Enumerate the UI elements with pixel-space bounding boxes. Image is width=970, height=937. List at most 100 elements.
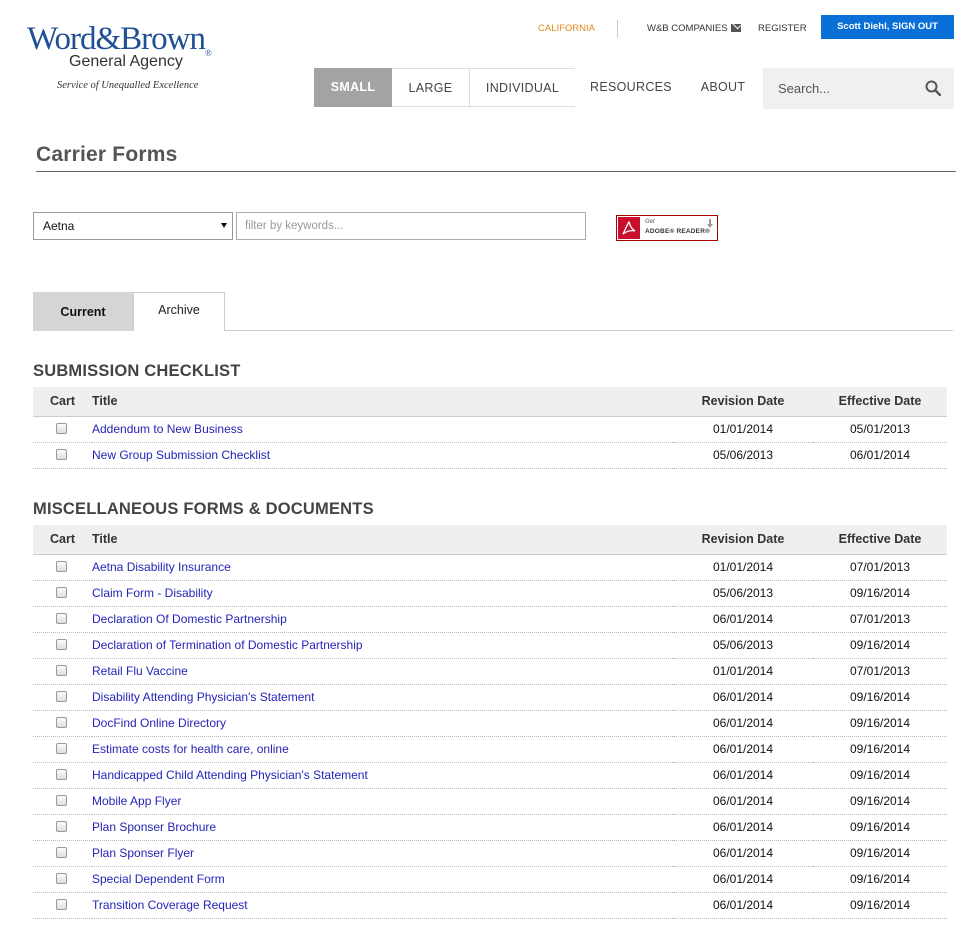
cart-cell — [33, 658, 92, 684]
cart-cell — [33, 814, 92, 840]
form-link[interactable]: Plan Sponser Brochure — [92, 820, 216, 834]
form-link[interactable]: Retail Flu Vaccine — [92, 664, 188, 678]
get-adobe-reader-badge[interactable]: Get ADOBE® READER® — [616, 215, 718, 241]
nav-large[interactable]: LARGE — [392, 68, 470, 107]
logo-wordmark: Word&Brown® — [27, 21, 212, 58]
search-input[interactable] — [763, 68, 913, 109]
search-icon[interactable] — [925, 80, 941, 96]
sign-out-button[interactable]: Scott Diehl, SIGN OUT — [821, 15, 954, 39]
effective-date: 07/01/2013 — [849, 612, 911, 626]
cart-cell — [33, 762, 92, 788]
form-link[interactable]: Addendum to New Business — [92, 422, 243, 436]
title-divider — [36, 171, 956, 172]
form-link[interactable]: Claim Form - Disability — [92, 586, 213, 600]
effective-date: 09/16/2014 — [849, 716, 911, 730]
col-effective-date: Effective Date — [838, 532, 922, 547]
effective-date: 09/16/2014 — [849, 872, 911, 886]
tab-archive[interactable]: Archive — [133, 292, 225, 331]
form-link[interactable]: DocFind Online Directory — [92, 716, 226, 730]
add-to-cart-checkbox[interactable] — [55, 743, 67, 754]
revision-date: 06/01/2014 — [712, 872, 774, 886]
section-title: MISCELLANEOUS FORMS & DOCUMENTS — [33, 500, 374, 518]
cart-cell — [33, 788, 92, 814]
cart-cell — [33, 736, 92, 762]
cart-cell — [33, 416, 92, 442]
carrier-select-value: Aetna — [43, 219, 75, 233]
page-title: Carrier Forms — [36, 143, 178, 166]
title-cell: Plan Sponser Flyer — [92, 840, 673, 866]
carrier-select[interactable]: Aetna — [33, 212, 233, 240]
nav-small[interactable]: SMALL — [314, 68, 392, 107]
form-link[interactable]: Special Dependent Form — [92, 872, 225, 886]
form-link[interactable]: Plan Sponser Flyer — [92, 846, 194, 860]
wb-companies-link[interactable]: W&B COMPANIES — [647, 23, 741, 34]
tab-current[interactable]: Current — [33, 292, 133, 331]
add-to-cart-checkbox[interactable] — [55, 847, 67, 858]
add-to-cart-checkbox[interactable] — [55, 691, 67, 702]
form-link[interactable]: Handicapped Child Attending Physician's … — [92, 768, 368, 782]
keyword-filter-input[interactable] — [236, 212, 586, 240]
form-link[interactable]: Aetna Disability Insurance — [92, 560, 231, 574]
nav-resources[interactable]: RESOURCES — [575, 68, 687, 107]
cart-cell — [33, 866, 92, 892]
table-header: Cart Title Revision Date Effective Date — [33, 387, 947, 416]
logo-subtitle: General Agency — [69, 53, 183, 70]
effective-date: 09/16/2014 — [849, 742, 911, 756]
add-to-cart-checkbox[interactable] — [55, 449, 67, 460]
add-to-cart-checkbox[interactable] — [55, 613, 67, 624]
table-row: Transition Coverage Request 06/01/2014 09/… — [33, 892, 947, 918]
effective-date: 09/16/2014 — [849, 846, 911, 860]
cart-cell — [33, 892, 92, 918]
add-to-cart-checkbox[interactable] — [55, 899, 67, 910]
table-row: Addendum to New Business 01/01/2014 05/01/… — [33, 416, 947, 442]
state-selector[interactable]: CALIFORNIA — [538, 23, 595, 34]
form-link[interactable]: Declaration of Termination of Domestic P… — [92, 638, 363, 652]
dropdown-envelope-icon — [730, 24, 741, 32]
form-link[interactable]: Estimate costs for health care, online — [92, 742, 289, 756]
table-row: Special Dependent Form 06/01/2014 09/16/20… — [33, 866, 947, 892]
add-to-cart-checkbox[interactable] — [55, 561, 67, 572]
form-link[interactable]: Disability Attending Physician's Stateme… — [92, 690, 314, 704]
table-row: Claim Form - Disability 05/06/2013 09/16/2… — [33, 580, 947, 606]
title-cell: Declaration of Termination of Domestic P… — [92, 632, 673, 658]
col-effective-date: Effective Date — [838, 394, 922, 409]
nav-about[interactable]: ABOUT — [687, 68, 759, 107]
add-to-cart-checkbox[interactable] — [55, 769, 67, 780]
cart-cell — [33, 442, 92, 468]
main-nav: SMALL LARGE INDIVIDUAL RESOURCES ABOUT — [314, 68, 759, 107]
title-cell: Transition Coverage Request — [92, 892, 673, 918]
add-to-cart-checkbox[interactable] — [55, 821, 67, 832]
revision-date: 06/01/2014 — [712, 898, 774, 912]
add-to-cart-checkbox[interactable] — [55, 587, 67, 598]
col-title: Title — [92, 532, 118, 547]
nav-individual[interactable]: INDIVIDUAL — [470, 68, 575, 107]
table-row: Declaration Of Domestic Partnership 06/01… — [33, 606, 947, 632]
add-to-cart-checkbox[interactable] — [55, 873, 67, 884]
form-link[interactable]: Transition Coverage Request — [92, 898, 248, 912]
cart-cell — [33, 710, 92, 736]
adobe-pdf-icon — [618, 217, 640, 239]
form-link[interactable]: New Group Submission Checklist — [92, 448, 270, 462]
add-to-cart-checkbox[interactable] — [55, 665, 67, 676]
add-to-cart-checkbox[interactable] — [55, 717, 67, 728]
table-header: Cart Title Revision Date Effective Date — [33, 525, 947, 554]
register-link[interactable]: REGISTER — [758, 23, 807, 34]
title-cell: Mobile App Flyer — [92, 788, 673, 814]
title-cell: Declaration Of Domestic Partnership — [92, 606, 673, 632]
form-link[interactable]: Mobile App Flyer — [92, 794, 181, 808]
effective-date: 09/16/2014 — [849, 794, 911, 808]
col-revision-date: Revision Date — [701, 532, 785, 547]
revision-date: 06/01/2014 — [712, 716, 774, 730]
revision-date: 01/01/2014 — [712, 422, 774, 436]
col-cart: Cart — [49, 532, 75, 547]
add-to-cart-checkbox[interactable] — [55, 795, 67, 806]
add-to-cart-checkbox[interactable] — [55, 639, 67, 650]
revision-date: 05/06/2013 — [712, 448, 774, 462]
effective-date: 06/01/2014 — [849, 448, 911, 462]
revision-date: 06/01/2014 — [712, 768, 774, 782]
title-cell: Special Dependent Form — [92, 866, 673, 892]
logo[interactable]: Word&Brown® General Agency Service of Un… — [27, 22, 247, 91]
form-link[interactable]: Declaration Of Domestic Partnership — [92, 612, 287, 626]
section-title: SUBMISSION CHECKLIST — [33, 362, 241, 380]
add-to-cart-checkbox[interactable] — [55, 423, 67, 434]
